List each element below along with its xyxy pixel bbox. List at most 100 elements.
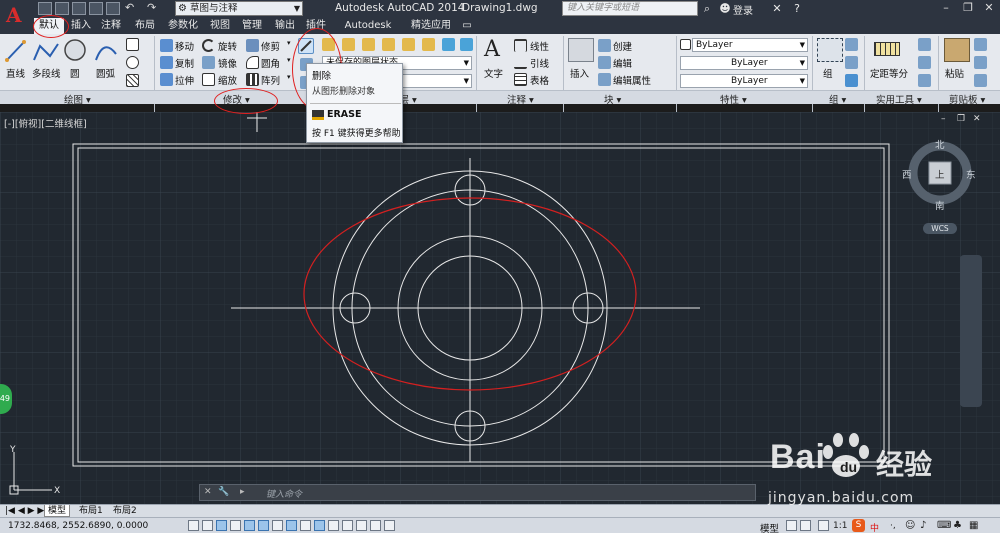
draw-panel-title[interactable]: 绘图 ▾: [64, 92, 91, 106]
ribbon-options-icon[interactable]: ▭: [458, 18, 476, 34]
color-select[interactable]: ByLayer ▼: [692, 38, 808, 52]
viewport-controls[interactable]: [-][俯视][二维线框]: [4, 116, 87, 130]
rectangle-icon[interactable]: [126, 38, 139, 51]
navigation-bar[interactable]: [960, 255, 982, 407]
quick-view-layouts-icon[interactable]: [786, 520, 797, 531]
tab-view[interactable]: 视图: [208, 18, 232, 34]
move-tool[interactable]: 移动: [175, 39, 194, 53]
toolbox-icon[interactable]: ▦: [969, 520, 978, 531]
open-file-icon[interactable]: [55, 2, 69, 15]
circle-tool[interactable]: 圆: [70, 66, 80, 80]
new-file-icon[interactable]: [38, 2, 52, 15]
wrench-icon[interactable]: 🔧: [218, 487, 229, 497]
tab-annotate[interactable]: 注释: [98, 18, 124, 34]
polar-toggle[interactable]: [244, 520, 255, 531]
mirror-tool[interactable]: 镜像: [218, 56, 237, 70]
paste-tool[interactable]: 粘贴: [945, 66, 964, 80]
edit-block-tool[interactable]: 编辑: [613, 56, 632, 70]
group-icon[interactable]: [817, 38, 843, 62]
insert-block-tool[interactable]: 插入: [570, 66, 589, 80]
annotation-monitor-toggle[interactable]: [384, 520, 395, 531]
search-icon[interactable]: ⌕: [700, 2, 714, 15]
properties-panel-title[interactable]: 特性 ▾: [720, 92, 747, 106]
create-block-tool[interactable]: 创建: [613, 39, 632, 53]
clipboard-panel-title[interactable]: 剪贴板 ▾: [949, 92, 985, 106]
3d-osnap-toggle[interactable]: [272, 520, 283, 531]
layer-isolate-icon[interactable]: [382, 38, 395, 51]
fillet-tool[interactable]: 圆角: [261, 56, 280, 70]
tab-output[interactable]: 输出: [272, 18, 298, 34]
lineweight-select[interactable]: ByLayer ▼: [680, 74, 808, 88]
emoji-icon[interactable]: ☺: [905, 520, 915, 531]
save-as-icon[interactable]: [89, 2, 103, 15]
group-select-icon[interactable]: [845, 74, 858, 87]
transparency-toggle[interactable]: [342, 520, 353, 531]
table-tool[interactable]: 表格: [530, 73, 549, 87]
tab-featured-apps[interactable]: 精选应用: [409, 18, 453, 34]
select-all-icon[interactable]: [918, 56, 931, 69]
search-input[interactable]: 键入关键字或短语: [562, 1, 698, 16]
insert-block-icon[interactable]: [568, 38, 594, 62]
linetype-select[interactable]: ByLayer ▼: [680, 56, 808, 70]
print-icon[interactable]: [106, 2, 120, 15]
array-tool[interactable]: 阵列: [261, 73, 280, 87]
quick-properties-toggle[interactable]: [356, 520, 367, 531]
scale-tool[interactable]: 缩放: [218, 73, 237, 87]
quick-view-drawings-icon[interactable]: [800, 520, 811, 531]
trim-tool[interactable]: 修剪: [261, 39, 280, 53]
layer-freeze-icon[interactable]: [402, 38, 415, 51]
group-tool[interactable]: 组: [823, 66, 833, 80]
save-icon[interactable]: [72, 2, 86, 15]
hatch-icon[interactable]: [126, 74, 139, 87]
group-edit-icon[interactable]: [845, 56, 858, 69]
coordinate-readout[interactable]: 1732.8468, 2552.6890, 0.0000: [8, 521, 148, 531]
command-line[interactable]: ✕ 🔧 ▸ 键入命令: [199, 484, 756, 501]
viewcube[interactable]: 北 南 东 西 上: [902, 138, 976, 212]
minimize-icon[interactable]: –: [941, 114, 946, 124]
ime-icon[interactable]: S: [852, 519, 865, 532]
ungroup-icon[interactable]: [845, 38, 858, 51]
divide-measure-tool[interactable]: 定距等分: [870, 66, 908, 80]
dyn-toggle[interactable]: [314, 520, 325, 531]
rotate-tool[interactable]: 旋转: [218, 39, 237, 53]
tab-manage[interactable]: 管理: [239, 18, 265, 34]
ime-status[interactable]: 中: [870, 521, 879, 533]
selection-cycling-toggle[interactable]: [370, 520, 381, 531]
match-properties-icon[interactable]: [974, 74, 987, 87]
grid-toggle[interactable]: [216, 520, 227, 531]
cut-icon[interactable]: [974, 38, 987, 51]
ellipse-icon[interactable]: [126, 56, 139, 69]
infer-constraints-toggle[interactable]: [188, 520, 199, 531]
polyline-tool[interactable]: 多段线: [32, 66, 61, 80]
wcs-menu[interactable]: WCS: [923, 223, 957, 234]
compass-east[interactable]: 东: [966, 167, 976, 181]
command-prompt-icon[interactable]: ▸: [240, 487, 245, 497]
tab-autodesk-360[interactable]: Autodesk 360: [335, 18, 401, 47]
line-tool[interactable]: 直线: [6, 66, 25, 80]
linear-dimension-tool[interactable]: 线性: [530, 39, 549, 53]
block-panel-title[interactable]: 块 ▾: [604, 92, 621, 106]
layer-state-icon[interactable]: [342, 38, 355, 51]
annotation-panel-title[interactable]: 注释 ▾: [507, 92, 534, 106]
otrack-toggle[interactable]: [286, 520, 297, 531]
login-button[interactable]: 登录: [733, 2, 753, 17]
minimize-button[interactable]: –: [935, 0, 957, 16]
chevron-down-icon[interactable]: ▾: [287, 39, 291, 47]
calculator-icon[interactable]: [918, 74, 931, 87]
help-icon[interactable]: ?: [790, 2, 804, 15]
tab-layout[interactable]: 布局: [132, 18, 158, 34]
restore-button[interactable]: ❐: [957, 0, 979, 16]
exchange-icon[interactable]: ✕: [770, 2, 784, 15]
text-icon[interactable]: A: [484, 37, 510, 62]
shirt-icon[interactable]: ♣: [953, 520, 962, 531]
viewcube-top-face[interactable]: 上: [935, 167, 945, 181]
snap-toggle[interactable]: [202, 520, 213, 531]
tab-layout2[interactable]: 布局2: [110, 505, 140, 517]
compass-west[interactable]: 西: [902, 167, 912, 181]
close-button[interactable]: ✕: [978, 0, 1000, 16]
model-space-button[interactable]: 模型: [760, 521, 779, 533]
annotation-scale-icon[interactable]: [818, 520, 829, 531]
tab-layout1[interactable]: 布局1: [76, 505, 106, 517]
annotation-scale[interactable]: 1:1: [833, 521, 847, 531]
layer-match-icon[interactable]: [442, 38, 455, 51]
